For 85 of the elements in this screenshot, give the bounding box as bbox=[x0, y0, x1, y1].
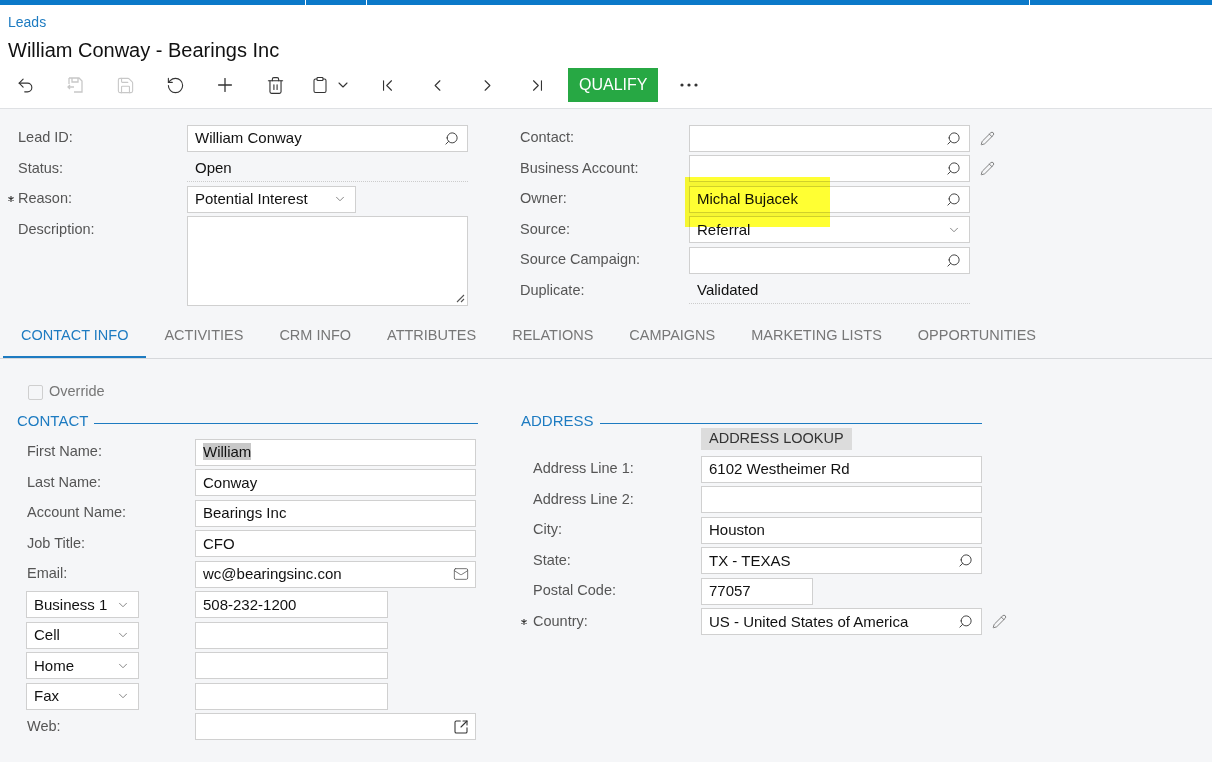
field-label: Account Name: bbox=[27, 503, 128, 523]
text-field[interactable]: 77057 bbox=[701, 577, 813, 605]
field-label: Owner: bbox=[520, 189, 568, 209]
lookup-field[interactable] bbox=[689, 124, 970, 152]
resize-handle-icon bbox=[455, 292, 465, 303]
trash-icon bbox=[265, 75, 285, 95]
field-label: Source Campaign: bbox=[520, 250, 642, 270]
field-label: State: bbox=[533, 550, 572, 570]
readonly-value: Validated bbox=[689, 277, 970, 305]
clipboard-icon bbox=[311, 76, 329, 94]
save-icon bbox=[115, 75, 135, 95]
field-label: City: bbox=[533, 520, 563, 540]
search-icon bbox=[958, 553, 973, 569]
web-field[interactable] bbox=[195, 713, 476, 741]
text-field[interactable]: William bbox=[195, 438, 476, 466]
field-label: Status: bbox=[18, 158, 65, 178]
field-label: Business Account: bbox=[520, 158, 640, 178]
mail-icon bbox=[453, 566, 469, 583]
tab[interactable]: MARKETING LISTS bbox=[733, 316, 900, 358]
pencil-icon bbox=[992, 614, 1007, 630]
text-field[interactable] bbox=[701, 486, 982, 514]
phone-type-dropdown[interactable]: Home bbox=[26, 652, 139, 680]
phone-field[interactable]: 508-232-1200 bbox=[195, 591, 388, 619]
lookup-field[interactable]: William Conway bbox=[187, 124, 468, 152]
checkbox-label: Override bbox=[49, 382, 105, 402]
tab[interactable]: CAMPAIGNS bbox=[611, 316, 734, 358]
phone-type-dropdown[interactable]: Fax bbox=[26, 682, 139, 710]
tab[interactable]: CRM INFO bbox=[261, 316, 370, 358]
field-label: Address Line 2: bbox=[533, 489, 635, 509]
tab[interactable]: RELATIONS bbox=[494, 316, 612, 358]
field-label: Job Title: bbox=[27, 533, 87, 553]
search-icon bbox=[946, 252, 961, 268]
description-field[interactable] bbox=[187, 215, 468, 306]
pencil-icon bbox=[980, 161, 995, 177]
search-icon bbox=[958, 614, 973, 630]
field-label: Address Line 1: bbox=[533, 459, 635, 479]
breadcrumb-link[interactable]: Leads bbox=[8, 12, 1212, 33]
tab[interactable]: OPPORTUNITIES bbox=[899, 316, 1054, 358]
field-label: Reason: bbox=[18, 189, 73, 209]
section-heading: ADDRESS bbox=[521, 410, 594, 431]
phone-field[interactable] bbox=[195, 682, 388, 710]
lookup-field[interactable]: US - United States of America bbox=[701, 608, 982, 636]
tab[interactable]: CONTACT INFO bbox=[3, 316, 147, 358]
tab[interactable]: ACTIVITIES bbox=[146, 316, 262, 358]
search-icon bbox=[946, 161, 961, 177]
search-icon bbox=[444, 130, 459, 146]
field-label: Source: bbox=[520, 219, 571, 239]
field-label: Web: bbox=[27, 716, 62, 736]
search-icon bbox=[946, 130, 961, 146]
pencil-icon bbox=[980, 130, 995, 146]
field-label: Postal Code: bbox=[533, 581, 618, 601]
page-title: William Conway - Bearings Inc bbox=[8, 38, 281, 63]
field-label: Duplicate: bbox=[520, 280, 586, 300]
save-close-icon bbox=[65, 75, 85, 95]
field-label: Country: bbox=[533, 611, 589, 631]
phone-type-dropdown[interactable]: Business 1 bbox=[26, 591, 139, 619]
text-field[interactable]: 6102 Westheimer Rd bbox=[701, 455, 982, 483]
text-field[interactable]: Conway bbox=[195, 469, 476, 497]
field-label: Description: bbox=[18, 219, 96, 239]
email-field[interactable]: wc@bearingsinc.con bbox=[195, 560, 476, 588]
field-label: Contact: bbox=[520, 128, 575, 148]
text-field[interactable]: CFO bbox=[195, 530, 476, 558]
section-heading: CONTACT bbox=[17, 410, 89, 431]
field-label: Email: bbox=[27, 564, 69, 584]
field-label: Last Name: bbox=[27, 472, 103, 492]
text-field[interactable]: Bearings Inc bbox=[195, 499, 476, 527]
text-field[interactable]: Houston bbox=[701, 516, 982, 544]
external-link-icon bbox=[453, 718, 469, 735]
phone-field[interactable] bbox=[195, 652, 388, 680]
address-lookup-button[interactable]: ADDRESS LOOKUP bbox=[701, 428, 852, 450]
lookup-field[interactable] bbox=[689, 246, 970, 274]
lookup-field[interactable]: TX - TEXAS bbox=[701, 547, 982, 575]
required-icon bbox=[8, 196, 14, 203]
undo-icon bbox=[165, 75, 185, 95]
readonly-value: Open bbox=[187, 155, 468, 183]
search-icon bbox=[946, 191, 961, 207]
tab[interactable]: ATTRIBUTES bbox=[369, 316, 495, 358]
phone-field[interactable] bbox=[195, 621, 388, 649]
field-label: Lead ID: bbox=[18, 128, 74, 148]
field-label: First Name: bbox=[27, 442, 103, 462]
required-icon bbox=[521, 618, 527, 625]
more-icon bbox=[680, 83, 699, 87]
phone-type-dropdown[interactable]: Cell bbox=[26, 621, 139, 649]
dropdown-field[interactable]: Potential Interest bbox=[187, 185, 356, 213]
checkbox[interactable] bbox=[28, 384, 43, 400]
